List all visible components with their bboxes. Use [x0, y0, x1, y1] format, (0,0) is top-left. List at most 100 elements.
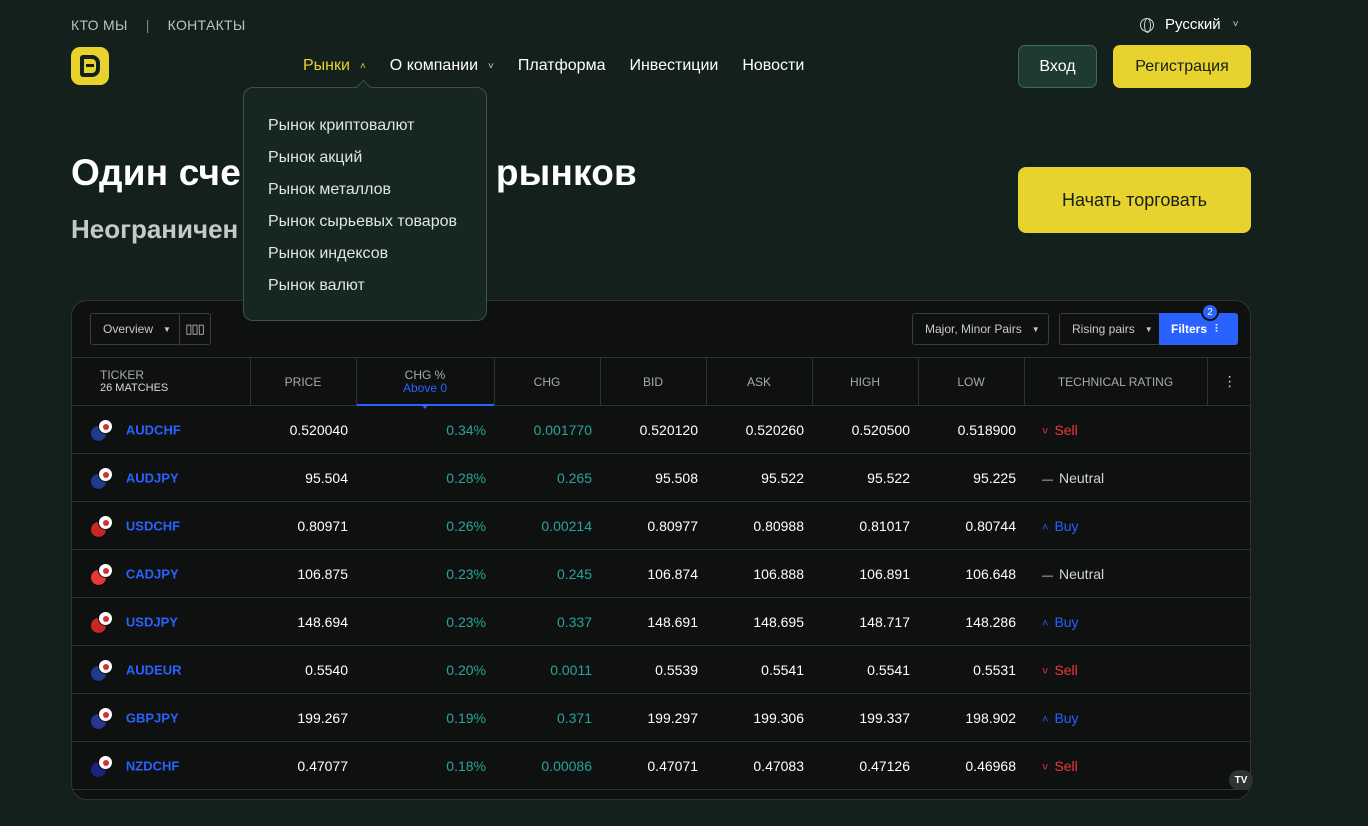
price-cell: 199.267: [250, 693, 356, 742]
price-cell: 0.520040: [250, 405, 356, 454]
contacts-link[interactable]: КОНТАКТЫ: [168, 17, 246, 33]
table-row[interactable]: USDCHF 0.80971 0.26% 0.00214 0.80977 0.8…: [72, 501, 1250, 550]
symbol-cell[interactable]: AUDJPY: [72, 453, 250, 502]
caret-down-icon: ▼: [1144, 324, 1153, 334]
table-row[interactable]: GBPJPY 199.267 0.19% 0.371 199.297 199.3…: [72, 693, 1250, 742]
separator: |: [145, 17, 150, 33]
table-row[interactable]: NZDCHF 0.47077 0.18% 0.00086 0.47071 0.4…: [72, 741, 1250, 790]
table-row[interactable]: AUDEUR 0.5540 0.20% 0.0011 0.5539 0.5541…: [72, 645, 1250, 694]
filters-button[interactable]: Filters ⫶: [1159, 313, 1238, 345]
dropdown-item-crypto[interactable]: Рынок криптовалют: [244, 117, 486, 149]
price-cell: 0.47077: [250, 741, 356, 790]
table-row[interactable]: CADJPY 106.875 0.23% 0.245 106.874 106.8…: [72, 549, 1250, 598]
row-spacer: [1207, 645, 1250, 694]
symbol-link[interactable]: AUDEUR: [126, 662, 182, 677]
column-chg[interactable]: CHG: [494, 357, 601, 406]
login-button[interactable]: Вход: [1018, 45, 1097, 88]
register-button[interactable]: Регистрация: [1113, 45, 1251, 88]
ask-cell: 0.5541: [706, 645, 812, 694]
column-menu[interactable]: ⋮: [1207, 357, 1250, 406]
table-row[interactable]: USDJPY 148.694 0.23% 0.337 148.691 148.6…: [72, 597, 1250, 646]
column-rating[interactable]: TECHNICAL RATING: [1024, 357, 1208, 406]
dropdown-item-commodities[interactable]: Рынок сырьевых товаров: [244, 213, 486, 245]
symbol-link[interactable]: USDCHF: [126, 518, 180, 533]
nav-item-platform[interactable]: Платформа: [518, 57, 606, 75]
dropdown-item-stocks[interactable]: Рынок акций: [244, 149, 486, 181]
chg-cell: 0.00214: [494, 501, 600, 550]
overview-select[interactable]: Overview ▼: [90, 313, 180, 345]
main-nav: Рынки ˄ О компании ˅ Платформа Инвестици…: [303, 57, 828, 75]
chg-pct-cell: 0.26%: [356, 501, 494, 550]
ask-cell: 148.695: [706, 597, 812, 646]
nav-item-investments[interactable]: Инвестиции: [629, 57, 718, 75]
language-selector[interactable]: Русский ˅: [1140, 16, 1239, 33]
start-trading-button[interactable]: Начать торговать: [1018, 167, 1251, 233]
column-ticker[interactable]: TICKER 26 MATCHES: [72, 357, 251, 406]
symbol-link[interactable]: AUDJPY: [126, 470, 179, 485]
about-link[interactable]: КТО МЫ: [71, 17, 128, 33]
hero-subtitle: Неограничен: [71, 214, 239, 244]
row-spacer: [1207, 405, 1250, 454]
bid-cell: 148.691: [600, 597, 706, 646]
dropdown-item-indices[interactable]: Рынок индексов: [244, 245, 486, 277]
bid-cell: 0.80977: [600, 501, 706, 550]
column-price[interactable]: PRICE: [250, 357, 357, 406]
dropdown-item-metals[interactable]: Рынок металлов: [244, 181, 486, 213]
tradingview-logo[interactable]: TV: [1229, 770, 1253, 790]
columns-icon[interactable]: ▯▯▯: [179, 313, 211, 345]
column-ask[interactable]: ASK: [706, 357, 813, 406]
nav-item-company[interactable]: О компании ˅: [390, 57, 494, 75]
table-row[interactable]: AUDCHF 0.520040 0.34% 0.001770 0.520120 …: [72, 405, 1250, 454]
logo-icon: [80, 55, 100, 77]
ask-cell: 106.888: [706, 549, 812, 598]
rising-select[interactable]: Rising pairs ▼: [1059, 313, 1160, 345]
symbol-cell[interactable]: AUDEUR: [72, 645, 250, 694]
chg-pct-label: CHG %: [404, 367, 446, 382]
rating-label: Sell: [1054, 757, 1078, 774]
nav-item-markets[interactable]: Рынки ˄: [303, 57, 366, 75]
currency-flags-icon: [90, 754, 113, 778]
symbol-cell[interactable]: USDJPY: [72, 597, 250, 646]
symbol-cell[interactable]: GBPJPY: [72, 693, 250, 742]
symbol-cell[interactable]: AUDCHF: [72, 405, 250, 454]
low-cell: 0.5531: [918, 645, 1024, 694]
nav-item-label: О компании: [389, 57, 479, 74]
symbol-cell[interactable]: NZDCHF: [72, 741, 250, 790]
symbol-link[interactable]: CADJPY: [126, 566, 179, 581]
chg-pct-cell: 0.20%: [356, 645, 494, 694]
rating-icon: ˄: [1042, 713, 1049, 726]
symbol-cell[interactable]: CADJPY: [72, 549, 250, 598]
rating-label: Buy: [1054, 517, 1079, 534]
chg-pct-cell: 0.19%: [356, 693, 494, 742]
column-high[interactable]: HIGH: [812, 357, 919, 406]
currency-flags-icon: [90, 466, 113, 490]
markets-dropdown: Рынок криптовалют Рынок акций Рынок мета…: [243, 87, 487, 321]
logo[interactable]: [71, 47, 109, 85]
column-low[interactable]: LOW: [918, 357, 1025, 406]
column-bid[interactable]: BID: [600, 357, 707, 406]
symbol-link[interactable]: NZDCHF: [126, 758, 179, 773]
nav-item-label: Инвестиции: [629, 57, 719, 74]
row-spacer: [1207, 549, 1250, 598]
rating-label: Sell: [1054, 661, 1078, 678]
chevron-down-icon: ˅: [1232, 19, 1239, 30]
price-cell: 148.694: [250, 597, 356, 646]
symbol-link[interactable]: GBPJPY: [126, 710, 179, 725]
table-row[interactable]: AUDJPY 95.504 0.28% 0.265 95.508 95.522 …: [72, 453, 1250, 502]
dropdown-item-forex[interactable]: Рынок валют: [244, 277, 486, 309]
high-cell: 0.520500: [812, 405, 918, 454]
rating-cell: ˅ Sell: [1024, 741, 1207, 790]
rating-label: Neutral: [1059, 469, 1105, 486]
rating-icon: ˄: [1042, 617, 1049, 630]
top-links: КТО МЫ | КОНТАКТЫ: [71, 17, 246, 33]
symbol-link[interactable]: AUDCHF: [126, 422, 181, 437]
pairs-select[interactable]: Major, Minor Pairs ▼: [912, 313, 1049, 345]
nav-item-news[interactable]: Новости: [742, 57, 804, 75]
chg-pct-cell: 0.28%: [356, 453, 494, 502]
symbol-cell[interactable]: USDCHF: [72, 501, 250, 550]
currency-flags-icon: [90, 418, 113, 442]
symbol-link[interactable]: USDJPY: [126, 614, 178, 629]
chg-cell: 0.245: [494, 549, 600, 598]
column-chg-pct[interactable]: CHG % Above 0: [356, 357, 495, 409]
rating-icon: —: [1042, 473, 1053, 486]
